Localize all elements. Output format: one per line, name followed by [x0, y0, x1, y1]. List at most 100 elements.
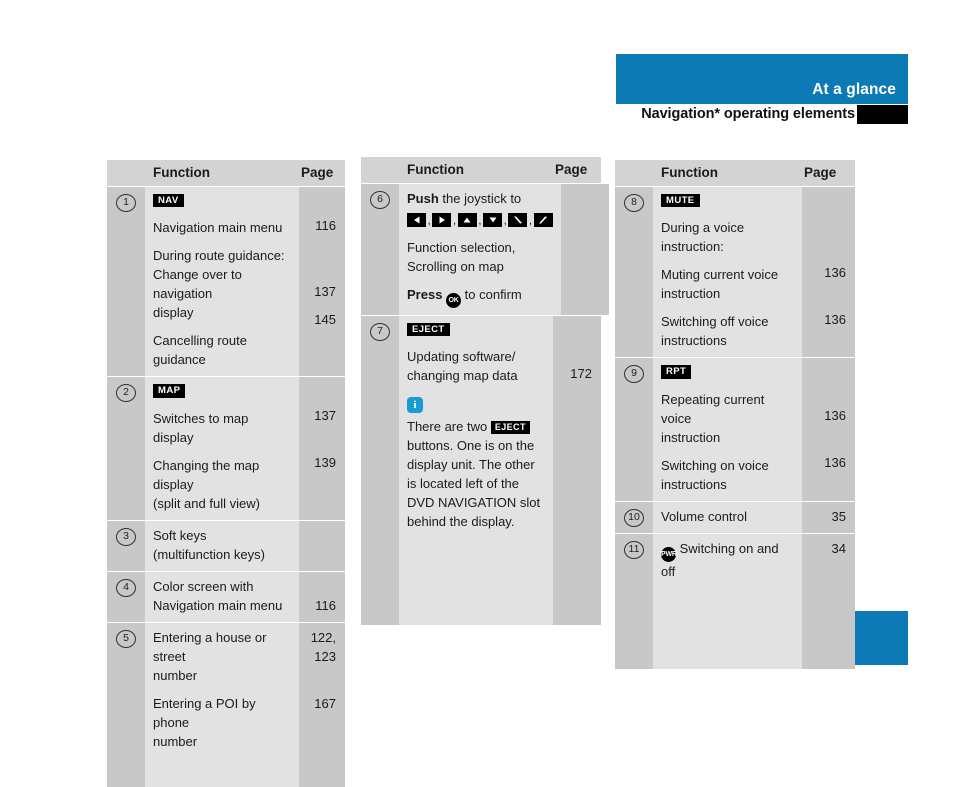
row-index-cell: 4	[107, 571, 145, 622]
mute-key-badge: MUTE	[661, 193, 700, 208]
row-index-cell: 9	[615, 358, 653, 501]
page-value: 172	[570, 366, 592, 381]
eject-key-badge-inline: EJECT	[490, 421, 530, 435]
row-page-cell: 34	[802, 533, 855, 669]
header-page-cell: Page	[802, 160, 855, 186]
row-function-cell: Push the joystick to , , , , , Function …	[399, 184, 561, 315]
info-icon: i	[407, 397, 423, 414]
row-index-cell: 11	[615, 533, 653, 669]
table-header-row: Function Page	[107, 160, 345, 187]
rpt-key-badge: RPT	[661, 365, 692, 379]
function-line: instruction	[661, 429, 721, 445]
row-page-cell	[299, 520, 345, 571]
row-page-cell: 136 136	[802, 187, 855, 358]
row-page-cell: 116	[299, 571, 345, 622]
page-value: 136	[824, 265, 846, 280]
page-value: 167	[314, 695, 336, 711]
header-function-cell: Function	[653, 160, 802, 186]
press-label-rest: to confirm	[461, 287, 522, 302]
nav-key-badge: NAV	[153, 193, 184, 208]
page-value: 137	[314, 284, 336, 299]
function-line: Updating software/	[407, 349, 516, 365]
row-function-cell: Color screen with Navigation main menu	[145, 571, 299, 622]
press-instruction: Press OK to confirm	[407, 285, 553, 308]
row-function-cell: Volume control	[653, 501, 802, 533]
black-marker-box	[857, 105, 908, 124]
table-row: 9 RPT Repeating current voice instructio…	[615, 358, 855, 502]
function-line: Navigation main menu	[153, 597, 283, 613]
function-line: During route guidance:	[153, 248, 285, 264]
page-value: 136	[824, 455, 846, 471]
joystick-direction-icons: , , , , ,	[407, 213, 553, 227]
circled-number: 11	[624, 540, 644, 559]
page-value: 34	[831, 540, 846, 556]
table-row: 7 EJECT Updating software/ changing map …	[361, 316, 601, 626]
operating-elements-table-2: Function Page 6 Push the joystick to , ,…	[361, 157, 609, 626]
row-page-cell: 122, 123 167	[299, 622, 345, 787]
row-function-cell: RPT Repeating current voice instruction …	[653, 358, 802, 501]
table-row: 4 Color screen with Navigation main menu…	[107, 571, 345, 623]
table-row: 3 Soft keys (multifunction keys)	[107, 520, 345, 572]
page-value: 136	[824, 408, 846, 424]
table-row: 6 Push the joystick to , , , , , Functio…	[361, 184, 609, 316]
operating-elements-table-3: Function Page 8 MUTE During a voice inst…	[615, 160, 855, 669]
function-line: Navigation main menu	[153, 220, 283, 236]
header-index-cell	[107, 160, 145, 186]
row-index-cell: 7	[361, 316, 399, 626]
table-header-row: Function Page	[615, 160, 855, 187]
row-index-cell: 5	[107, 622, 145, 787]
header-index-cell	[615, 160, 653, 186]
function-line: instructions	[661, 333, 727, 349]
row-index-cell: 6	[361, 184, 399, 315]
at-a-glance-title: At a glance	[812, 81, 896, 98]
table-row: 10 Volume control 35	[615, 501, 855, 534]
circled-number: 10	[624, 508, 644, 527]
row-index-cell: 1	[107, 187, 145, 377]
circled-number: 6	[370, 191, 390, 209]
power-button-icon: PWR	[661, 546, 677, 562]
page-value: 136	[824, 312, 846, 327]
function-line: Switching off voice	[661, 314, 769, 330]
push-instruction: Push the joystick to	[407, 189, 553, 208]
section-subtitle: Navigation* operating elements	[641, 106, 855, 122]
page-value: 116	[315, 218, 336, 233]
function-line: (split and full view)	[153, 495, 260, 511]
arrow-diagonal-up-right-icon	[533, 213, 553, 227]
function-line: Volume control	[661, 508, 747, 524]
table-row: 11 PWR Switching on and off 34	[615, 533, 855, 669]
ok-button-icon: OK	[446, 293, 462, 308]
function-line: Soft keys	[153, 527, 207, 543]
function-line: number	[153, 733, 198, 749]
operating-elements-table-1: Function Page 1 NAV Navigation main menu…	[107, 160, 345, 787]
header-page-cell: Page	[299, 160, 345, 186]
page-value: 145	[314, 312, 336, 327]
note-text: There are two EJECT buttons. One is on t…	[407, 419, 540, 529]
row-function-cell: Entering a house or street number Enteri…	[145, 622, 299, 787]
function-line: Function selection,	[407, 240, 516, 255]
page-value: 139	[314, 455, 336, 471]
circled-number: 7	[370, 323, 390, 341]
circled-number: 1	[116, 194, 136, 212]
function-line: Cancelling route guidance	[153, 333, 247, 368]
note-text-after: buttons. One is on the display unit. The…	[407, 438, 541, 530]
